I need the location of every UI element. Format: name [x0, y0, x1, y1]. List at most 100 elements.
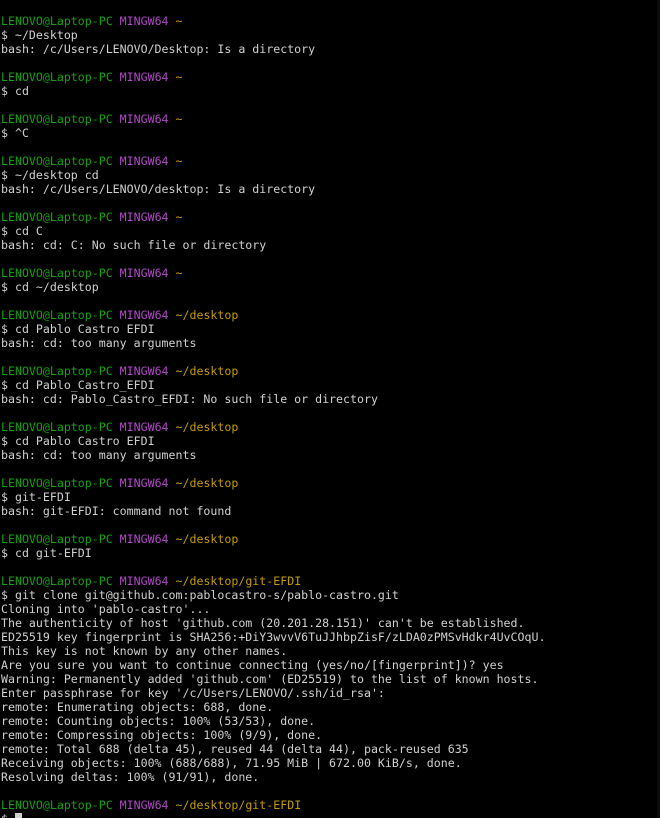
prompt-line: LENOVO@Laptop-PC MINGW64 ~/desktop/git-E…: [1, 798, 660, 812]
output-line: bash: /c/Users/LENOVO/Desktop: Is a dire…: [1, 42, 316, 56]
output-line: remote: Compressing objects: 100% (9/9),…: [1, 728, 323, 742]
command-line: $ git-EFDI: [1, 490, 71, 504]
prompt-shell: MINGW64: [119, 210, 169, 224]
command-line: $ cd Pablo Castro EFDI: [1, 322, 155, 336]
output-line: bash: cd: too many arguments: [1, 336, 197, 350]
output-line: bash: git-EFDI: command not found: [1, 504, 232, 518]
prompt-shell: MINGW64: [119, 364, 169, 378]
prompt-line: LENOVO@Laptop-PC MINGW64 ~/desktop: [1, 476, 660, 490]
prompt-line: LENOVO@Laptop-PC MINGW64 ~: [1, 210, 660, 224]
prompt-shell: MINGW64: [119, 476, 169, 490]
input-prompt-symbol: $: [1, 812, 15, 818]
prompt-shell: MINGW64: [119, 574, 169, 588]
command-line: $ cd C: [1, 224, 43, 238]
prompt-line: LENOVO@Laptop-PC MINGW64 ~/desktop: [1, 532, 660, 546]
prompt-path: ~/desktop/git-EFDI: [175, 798, 302, 812]
prompt-user-host: LENOVO@Laptop-PC: [1, 266, 113, 280]
prompt-line: LENOVO@Laptop-PC MINGW64 ~: [1, 154, 660, 168]
output-line: Enter passphrase for key '/c/Users/LENOV…: [1, 686, 385, 700]
prompt-shell: MINGW64: [119, 420, 169, 434]
prompt-user-host: LENOVO@Laptop-PC: [1, 476, 113, 490]
output-line: remote: Enumerating objects: 688, done.: [1, 700, 274, 714]
prompt-shell: MINGW64: [119, 70, 169, 84]
output-line: bash: cd: C: No such file or directory: [1, 238, 267, 252]
prompt-path: ~: [175, 14, 183, 28]
prompt-line: LENOVO@Laptop-PC MINGW64 ~/desktop: [1, 420, 660, 434]
command-line: $ cd ~/desktop: [1, 280, 99, 294]
command-input-line[interactable]: $: [1, 812, 660, 818]
prompt-path: ~: [175, 154, 183, 168]
output-line: The authenticity of host 'github.com (20…: [1, 616, 525, 630]
prompt-path: ~: [175, 112, 183, 126]
prompt-user-host: LENOVO@Laptop-PC: [1, 532, 113, 546]
output-line: Are you sure you want to continue connec…: [1, 658, 504, 672]
prompt-path: ~/desktop/git-EFDI: [175, 574, 302, 588]
prompt-line: LENOVO@Laptop-PC MINGW64 ~/desktop: [1, 308, 660, 322]
prompt-path: ~/desktop: [175, 364, 239, 378]
terminal-window[interactable]: LENOVO@Laptop-PC MINGW64 ~ $ ~/Desktop bas…: [0, 0, 660, 818]
command-line: $ ^C: [1, 126, 29, 140]
prompt-line: LENOVO@Laptop-PC MINGW64 ~: [1, 112, 660, 126]
prompt-user-host: LENOVO@Laptop-PC: [1, 364, 113, 378]
prompt-shell: MINGW64: [119, 308, 169, 322]
prompt-shell: MINGW64: [119, 154, 169, 168]
prompt-line: LENOVO@Laptop-PC MINGW64 ~: [1, 70, 660, 84]
prompt-user-host: LENOVO@Laptop-PC: [1, 574, 113, 588]
output-line: Cloning into 'pablo-castro'...: [1, 602, 211, 616]
prompt-path: ~/desktop: [175, 308, 239, 322]
cursor-caret: [14, 813, 22, 818]
prompt-path: ~: [175, 210, 183, 224]
prompt-path: ~/desktop: [175, 532, 239, 546]
prompt-path: ~: [175, 70, 183, 84]
prompt-user-host: LENOVO@Laptop-PC: [1, 308, 113, 322]
output-line: Resolving deltas: 100% (91/91), done.: [1, 770, 260, 784]
prompt-user-host: LENOVO@Laptop-PC: [1, 798, 113, 812]
command-line: $ git clone git@github.com:pablocastro-s…: [1, 588, 399, 602]
command-line: $ ~/desktop cd: [1, 168, 99, 182]
prompt-user-host: LENOVO@Laptop-PC: [1, 420, 113, 434]
prompt-shell: MINGW64: [119, 266, 169, 280]
prompt-line: LENOVO@Laptop-PC MINGW64 ~/desktop/git-E…: [1, 574, 660, 588]
command-line: $ ~/Desktop: [1, 28, 78, 42]
output-line: bash: /c/Users/LENOVO/desktop: Is a dire…: [1, 182, 316, 196]
prompt-path: ~/desktop: [175, 476, 239, 490]
command-line: $ cd: [1, 84, 29, 98]
prompt-line: LENOVO@Laptop-PC MINGW64 ~/desktop: [1, 364, 660, 378]
output-line: This key is not known by any other names…: [1, 644, 288, 658]
output-line: remote: Counting objects: 100% (53/53), …: [1, 714, 316, 728]
output-line: Warning: Permanently added 'github.com' …: [1, 672, 539, 686]
prompt-user-host: LENOVO@Laptop-PC: [1, 112, 113, 126]
output-line: remote: Total 688 (delta 45), reused 44 …: [1, 742, 469, 756]
prompt-shell: MINGW64: [119, 112, 169, 126]
prompt-user-host: LENOVO@Laptop-PC: [1, 14, 113, 28]
output-line: bash: cd: Pablo_Castro_EFDI: No such fil…: [1, 392, 378, 406]
prompt-line: LENOVO@Laptop-PC MINGW64 ~: [1, 14, 660, 28]
command-line: $ cd Pablo Castro EFDI: [1, 434, 155, 448]
prompt-shell: MINGW64: [119, 532, 169, 546]
prompt-user-host: LENOVO@Laptop-PC: [1, 154, 113, 168]
prompt-line: LENOVO@Laptop-PC MINGW64 ~: [1, 266, 660, 280]
command-line: $ cd git-EFDI: [1, 546, 92, 560]
prompt-path: ~: [175, 266, 183, 280]
output-line: bash: cd: too many arguments: [1, 448, 197, 462]
prompt-path: ~/desktop: [175, 420, 239, 434]
output-line: ED25519 key fingerprint is SHA256:+DiY3w…: [1, 630, 546, 644]
prompt-user-host: LENOVO@Laptop-PC: [1, 210, 113, 224]
command-line: $ cd Pablo_Castro_EFDI: [1, 378, 155, 392]
prompt-user-host: LENOVO@Laptop-PC: [1, 70, 113, 84]
prompt-shell: MINGW64: [119, 798, 169, 812]
prompt-shell: MINGW64: [119, 14, 169, 28]
output-line: Receiving objects: 100% (688/688), 71.95…: [1, 756, 462, 770]
